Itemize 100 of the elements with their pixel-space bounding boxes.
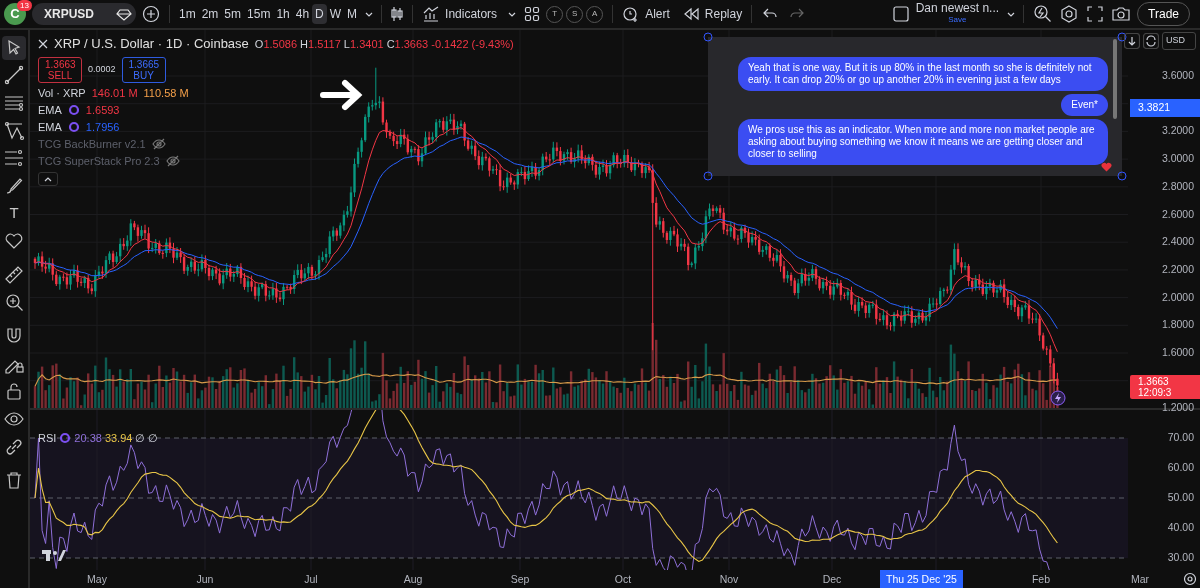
rsi-label: 60.00 [1167,460,1194,476]
price-label: 3.2000 [1161,123,1194,139]
resize-handle[interactable] [703,32,713,42]
ohlc-value: C1.3663 [386,36,429,52]
interval-button[interactable]: D [312,4,327,24]
study-value: 1.7956 [85,120,120,134]
trend-line-icon [3,64,25,87]
interval-button[interactable]: 15m [244,4,274,24]
interval-button[interactable]: 2m [198,4,222,24]
rsi-label: 30.00 [1167,550,1194,566]
indicator-icon[interactable] [59,432,72,445]
lightning-icon[interactable] [1050,390,1066,406]
date-label: Feb [1031,572,1051,587]
study-name[interactable]: Vol · XRP [38,86,86,100]
down-arrow-icon[interactable] [1124,32,1140,49]
date-label: Sep [510,572,530,587]
currency-button[interactable]: USD [1162,32,1196,50]
study-name[interactable]: EMA [38,103,62,117]
logo-icon [42,550,66,561]
study-name[interactable]: EMA [38,120,62,134]
indicator-icon[interactable] [67,104,80,116]
message-bubble: Yeah that is one way. But it is up 80% in the last month so she is definitely not early. It can drop 20% or go up another 20% in evening just a few days [738,57,1108,91]
rotate-icon[interactable] [1143,32,1159,49]
study-value: 20.38 [74,431,102,446]
study-value: 146.01 M [91,86,138,100]
close-icon[interactable] [38,38,48,49]
replay-button[interactable]: Replay [678,3,746,25]
diamond-icon [116,6,132,22]
date-label: May [87,572,107,587]
price-label: 3.0000 [1161,151,1194,167]
plus-circle-icon[interactable] [142,5,160,24]
date-label: Jul [304,572,318,587]
price-label: 1.8000 [1161,317,1194,333]
symbol-field[interactable]: XRPUSD [32,3,136,25]
ohlc-value: O1.5086 [254,36,298,52]
ohlc-value: H1.5117 [300,36,341,52]
scrollbar[interactable] [1113,39,1117,119]
study-value: 110.58 M [143,86,189,100]
trade-button[interactable]: Trade [1137,2,1190,26]
price-label: 3.6000 [1161,68,1194,84]
date-label: Nov [719,572,739,587]
chart-icon [422,5,441,23]
square-icon[interactable] [891,5,910,23]
study-value: 1.6593 [85,103,120,117]
symbol-title: XRP / U.S. Dollar · 1D · Coinbase [54,35,249,53]
resize-handle[interactable] [1117,171,1127,181]
settings-icon[interactable] [1183,572,1197,586]
price-marker: 3.3821 [1130,99,1200,117]
interval-button[interactable]: 4h [292,4,313,24]
price-label: 2.2000 [1161,262,1194,277]
indicator-icon[interactable] [67,121,80,133]
rsi-label: 50.00 [1167,490,1194,506]
resize-handle[interactable] [1117,32,1127,42]
price-label: 2.6000 [1161,206,1194,222]
rsi-label: 40.00 [1167,520,1194,536]
settings-icon[interactable] [1059,4,1080,24]
layout-name[interactable]: Dan newest n... [915,3,1000,14]
save-link[interactable]: Save [948,14,967,25]
interval-button[interactable]: M [344,4,361,24]
crosshair-date-label: Thu 25 Dec '25 [880,570,963,588]
study-name: RSI [38,431,57,446]
buy-button[interactable]: 1.3665 BUY [121,56,166,83]
text-tool[interactable]: T [2,201,26,226]
price-change: -0.1422 (-9.43%) [431,36,514,52]
pointer-arrow [320,80,363,110]
indicators-button[interactable]: Indicators [419,3,501,25]
study-value: 33.94 [104,431,133,446]
interval-button[interactable]: 5m [221,4,245,24]
date-label: Dec [822,572,842,587]
date-label: Mar [1130,572,1150,587]
eye-slash-icon[interactable] [165,155,180,167]
drawing-tool[interactable] [2,35,26,60]
interval-button[interactable]: 1h [273,4,293,24]
collapse-button[interactable] [38,171,58,186]
price-label: 2.4000 [1161,234,1194,250]
price-label: 2.0000 [1161,289,1194,305]
price-label: 1.2000 [1161,400,1194,416]
price-label: 2.8000 [1161,178,1194,194]
heart-reaction-icon [1101,162,1112,172]
study-value: ∅ [148,431,159,446]
interval-button[interactable]: 1m [176,4,199,24]
spread-value: 0.0002 [88,62,116,76]
candle-countdown: 12:09:3 [1138,387,1172,399]
resize-handle[interactable] [703,171,713,181]
message-bubble: Even* [1061,94,1108,116]
alert-button[interactable]: Alert [619,3,673,25]
last-price: 1.3663 [1138,376,1169,388]
date-label: Jun [196,572,214,587]
interval-button[interactable]: W [326,4,345,24]
price-label: 1.6000 [1161,345,1194,361]
camera-icon[interactable] [1111,4,1132,24]
ohlc-value: L1.3401 [343,36,384,52]
date-label: Oct [614,572,632,587]
sell-button[interactable]: 1.3663 SELL [38,56,82,83]
study-value: ∅ [135,431,146,446]
grid-icon[interactable] [524,6,541,22]
rsi-label: 70.00 [1167,430,1194,446]
fullscreen-icon[interactable] [1085,4,1106,24]
eye-slash-icon[interactable] [151,138,166,150]
pattern-icon [3,119,25,142]
